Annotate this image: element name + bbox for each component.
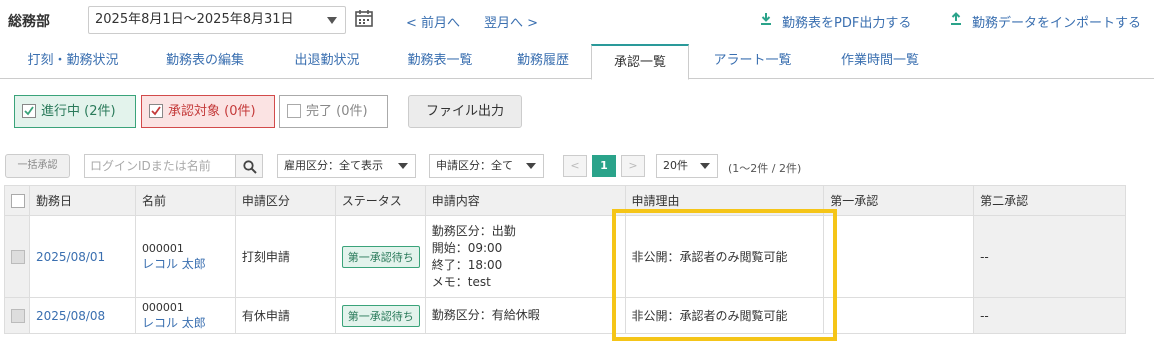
- department-label: 総務部: [8, 14, 50, 30]
- search-button[interactable]: [235, 154, 263, 178]
- employment-type-select[interactable]: 雇用区分：全て表示: [277, 154, 416, 178]
- col-work-date[interactable]: 勤務日: [28, 185, 136, 216]
- prev-month-link[interactable]: < 前月へ: [406, 12, 460, 31]
- table-header-row: 勤務日 名前 申請区分 ステータス 申請内容 申請理由 第一承認 第二承認: [4, 185, 1126, 216]
- first-approval-cell: [823, 297, 975, 334]
- content-line: 勤務区分：出勤: [431, 223, 516, 238]
- second-approval-cell: --: [973, 297, 1126, 334]
- table-row: 2025/08/08 000001 レコル 太郎 有休申請 第一承認待ち 勤務区…: [4, 297, 1126, 334]
- request-type-value: 申請区分：全て: [436, 159, 513, 172]
- select-all-cell[interactable]: [4, 185, 30, 216]
- tab-work-history[interactable]: 勤務履歴: [498, 44, 588, 79]
- row-select-cell[interactable]: [4, 297, 30, 334]
- import-data-link[interactable]: 勤務データをインポートする: [950, 12, 1141, 31]
- next-month-link[interactable]: 翌月へ >: [484, 12, 538, 31]
- tab-alert-list[interactable]: アラート一覧: [695, 44, 810, 79]
- tab-attendance-status[interactable]: 出退勤状況: [272, 44, 382, 79]
- period-select[interactable]: 2025年8月1日〜2025年8月31日: [88, 6, 346, 34]
- request-type-cell: 有休申請: [234, 297, 336, 334]
- tab-punch-status[interactable]: 打刻・勤務状況: [8, 44, 138, 79]
- request-reason-cell: 非公開：承認者のみ閲覧可能: [624, 297, 825, 334]
- request-content-cell: 勤務区分：出勤 開始：09:00 終了：18:00 メモ：test: [424, 215, 626, 298]
- col-first-approval: 第一承認: [823, 185, 975, 216]
- col-request-reason: 申請理由: [624, 185, 825, 216]
- filter-approval-target-label: 承認対象 (0件): [168, 104, 256, 119]
- content-line: 終了：18:00: [431, 257, 503, 272]
- col-status[interactable]: ステータス: [334, 185, 426, 216]
- period-value: 2025年8月1日〜2025年8月31日: [95, 12, 294, 27]
- content-line: 勤務区分：有給休暇: [431, 308, 540, 322]
- select-all-checkbox[interactable]: [11, 193, 25, 208]
- employee-name-link[interactable]: レコル 太郎: [142, 315, 235, 331]
- tab-approval-list[interactable]: 承認一覧: [591, 44, 689, 80]
- upload-icon: [951, 12, 961, 25]
- search-input[interactable]: [84, 154, 236, 178]
- request-content-cell: 勤務区分：有給休暇: [424, 297, 626, 334]
- employee-id: 000001: [141, 300, 184, 314]
- work-date-cell: 2025/08/01: [28, 215, 136, 298]
- search-icon: [243, 160, 257, 174]
- per-page-select[interactable]: 20件: [656, 154, 718, 178]
- check-icon: [151, 106, 161, 116]
- tab-work-time-list[interactable]: 作業時間一覧: [820, 44, 940, 79]
- chevron-down-icon: [526, 163, 536, 169]
- per-page-value: 20件: [663, 159, 688, 172]
- result-count: (1〜2件 / 2件): [728, 162, 802, 175]
- status-badge: 第一承認待ち: [341, 245, 420, 268]
- filter-approval-target[interactable]: 承認対象 (0件): [141, 95, 275, 128]
- request-type-select[interactable]: 申請区分：全て: [429, 154, 544, 178]
- checkbox-unchecked: [287, 104, 301, 118]
- filter-completed[interactable]: 完了 (0件): [279, 95, 388, 128]
- name-cell: 000001 レコル 太郎: [134, 297, 236, 334]
- first-approval-cell: [823, 215, 975, 298]
- chevron-down-icon: [327, 17, 337, 24]
- tab-edit-timesheet[interactable]: 勤務表の編集: [145, 44, 265, 79]
- export-pdf-label: 勤務表をPDF出力する: [782, 16, 912, 31]
- second-approval-cell: --: [973, 215, 1126, 298]
- employee-name-link[interactable]: レコル 太郎: [142, 256, 235, 272]
- tab-timesheet-list[interactable]: 勤務表一覧: [385, 44, 495, 79]
- status-badge: 第一承認待ち: [341, 304, 420, 327]
- filter-completed-label: 完了 (0件): [306, 104, 368, 119]
- row-checkbox[interactable]: [11, 308, 25, 323]
- work-date-link[interactable]: 2025/08/01: [36, 250, 105, 264]
- file-export-button[interactable]: ファイル出力: [408, 95, 522, 128]
- row-checkbox[interactable]: [11, 249, 25, 264]
- request-reason-cell: 非公開：承認者のみ閲覧可能: [624, 215, 825, 298]
- table-row: 2025/08/01 000001 レコル 太郎 打刻申請 第一承認待ち 勤務区…: [4, 215, 1126, 298]
- col-request-type[interactable]: 申請区分: [234, 185, 336, 216]
- row-select-cell[interactable]: [4, 215, 30, 298]
- approval-table: 勤務日 名前 申請区分 ステータス 申請内容 申請理由 第一承認 第二承認 20…: [4, 185, 1126, 334]
- export-pdf-link[interactable]: 勤務表をPDF出力する: [760, 12, 911, 31]
- work-date-cell: 2025/08/08: [28, 297, 136, 334]
- content-line: メモ：test: [431, 274, 491, 289]
- request-type-cell: 打刻申請: [234, 215, 336, 298]
- page-current-button[interactable]: 1: [592, 155, 616, 177]
- tab-bar: 打刻・勤務状況 勤務表の編集 出退勤状況 勤務表一覧 勤務履歴 承認一覧 アラー…: [0, 44, 1154, 80]
- download-icon: [761, 13, 771, 25]
- check-icon: [24, 106, 34, 116]
- calendar-icon[interactable]: [354, 8, 374, 28]
- employment-type-value: 雇用区分：全て表示: [284, 159, 383, 172]
- chevron-down-icon: [398, 163, 408, 169]
- work-date-link[interactable]: 2025/08/08: [36, 309, 105, 323]
- status-cell: 第一承認待ち: [334, 297, 426, 334]
- col-request-content: 申請内容: [424, 185, 626, 216]
- top-bar: 総務部 2025年8月1日〜2025年8月31日 < 前月へ 翌月へ > 勤務表…: [0, 0, 1154, 42]
- chevron-down-icon: [700, 163, 710, 169]
- bulk-approve-button[interactable]: 一括承認: [5, 154, 70, 178]
- checkbox-checked: [22, 104, 36, 118]
- name-cell: 000001 レコル 太郎: [134, 215, 236, 298]
- filter-in-progress-label: 進行中 (2件): [41, 104, 116, 119]
- status-cell: 第一承認待ち: [334, 215, 426, 298]
- col-name[interactable]: 名前: [134, 185, 236, 216]
- checkbox-checked: [149, 104, 163, 118]
- content-line: 開始：09:00: [431, 240, 503, 255]
- filter-in-progress[interactable]: 進行中 (2件): [14, 95, 136, 128]
- import-data-label: 勤務データをインポートする: [972, 16, 1142, 31]
- col-second-approval: 第二承認: [973, 185, 1126, 216]
- employee-id: 000001: [141, 241, 184, 255]
- page-next-button[interactable]: >: [621, 155, 645, 177]
- page-prev-button[interactable]: <: [563, 155, 587, 177]
